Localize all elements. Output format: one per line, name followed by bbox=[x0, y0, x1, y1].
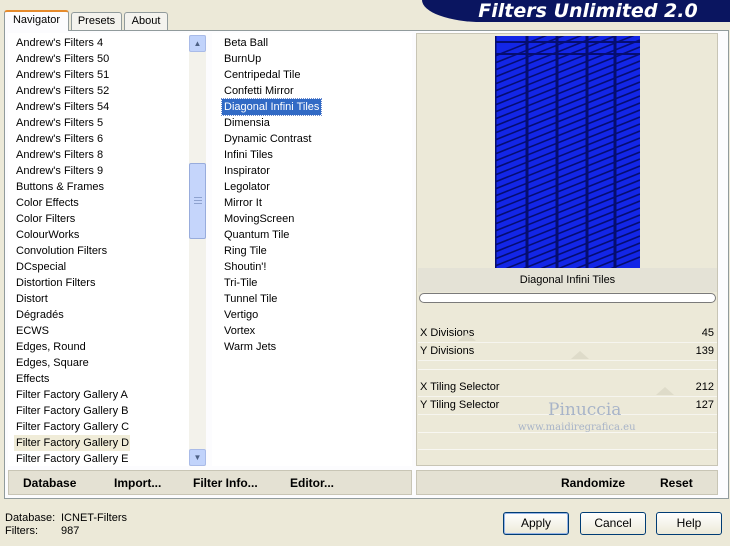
param-label: Y Tiling Selector bbox=[420, 399, 500, 411]
param-value: 139 bbox=[695, 345, 714, 357]
slider-thumb-icon[interactable] bbox=[458, 333, 476, 341]
category-item[interactable]: Edges, Round bbox=[14, 339, 130, 355]
scroll-up-icon[interactable]: ▲ bbox=[189, 35, 206, 52]
progress-bar bbox=[419, 293, 716, 303]
help-button[interactable]: Help bbox=[656, 512, 722, 535]
category-item[interactable]: Andrew's Filters 6 bbox=[14, 131, 130, 147]
category-item[interactable]: Color Effects bbox=[14, 195, 130, 211]
category-item[interactable]: Distortion Filters bbox=[14, 275, 130, 291]
filter-item[interactable]: Tunnel Tile bbox=[222, 291, 279, 307]
filters-count-value: 987 bbox=[61, 525, 80, 537]
category-item[interactable]: Andrew's Filters 52 bbox=[14, 83, 130, 99]
category-item[interactable]: DCspecial bbox=[14, 259, 130, 275]
category-item[interactable]: Andrew's Filters 54 bbox=[14, 99, 130, 115]
cancel-button[interactable]: Cancel bbox=[580, 512, 646, 535]
database-label: Database: bbox=[5, 512, 56, 524]
category-item[interactable]: Filter Factory Gallery B bbox=[14, 403, 130, 419]
scroll-thumb[interactable] bbox=[189, 163, 206, 239]
filter-preview-image bbox=[495, 36, 640, 268]
empty-param-row bbox=[418, 449, 717, 450]
filter-item[interactable]: BurnUp bbox=[222, 51, 263, 67]
category-item[interactable]: ECWS bbox=[14, 323, 130, 339]
database-value: ICNET-Filters bbox=[61, 512, 127, 524]
editor-button[interactable]: Editor... bbox=[290, 476, 334, 490]
category-scrollbar[interactable]: ▲ ▼ bbox=[189, 35, 206, 466]
scroll-down-icon[interactable]: ▼ bbox=[189, 449, 206, 466]
filter-item[interactable]: Dimensia bbox=[222, 115, 272, 131]
preview-pattern bbox=[495, 36, 640, 268]
filter-item[interactable]: Beta Ball bbox=[222, 35, 270, 51]
filter-list[interactable]: Beta Ball BurnUp Centripedal Tile Confetti … bbox=[212, 33, 412, 466]
app-title: Filters Unlimited 2.0 bbox=[478, 0, 698, 22]
category-item[interactable]: Filter Factory Gallery E bbox=[14, 451, 130, 467]
apply-button[interactable]: Apply bbox=[503, 512, 569, 535]
category-item[interactable]: Andrew's Filters 50 bbox=[14, 51, 130, 67]
tab-about[interactable]: About bbox=[124, 12, 168, 30]
filter-item[interactable]: Infini Tiles bbox=[222, 147, 275, 163]
param-y-divisions[interactable]: Y Divisions 139 bbox=[418, 343, 717, 361]
category-item[interactable]: Filter Factory Gallery C bbox=[14, 419, 130, 435]
param-value: 45 bbox=[701, 327, 714, 339]
category-item[interactable]: Dégradés bbox=[14, 307, 130, 323]
filters-count-label: Filters: bbox=[5, 525, 38, 537]
category-item[interactable]: Filter Factory Gallery D bbox=[14, 435, 130, 451]
list-toolbar: Database Import... Filter Info... Editor… bbox=[8, 470, 412, 495]
grip-line bbox=[194, 197, 202, 198]
param-value: 127 bbox=[695, 399, 714, 411]
filter-item[interactable]: Vortex bbox=[222, 323, 257, 339]
category-item[interactable]: Distort bbox=[14, 291, 130, 307]
param-label: Y Divisions bbox=[420, 345, 475, 357]
filter-item[interactable]: Legolator bbox=[222, 179, 272, 195]
category-list[interactable]: Andrew's Filters 4 Andrew's Filters 50 And… bbox=[8, 33, 206, 466]
slider-thumb-icon[interactable] bbox=[656, 387, 674, 395]
filter-item[interactable]: Ring Tile bbox=[222, 243, 269, 259]
import-button[interactable]: Import... bbox=[114, 476, 161, 490]
filter-item[interactable]: Warm Jets bbox=[222, 339, 278, 355]
reset-button[interactable]: Reset bbox=[660, 476, 693, 490]
database-button[interactable]: Database bbox=[23, 476, 76, 490]
filter-item[interactable]: Dynamic Contrast bbox=[222, 131, 313, 147]
category-item[interactable]: Color Filters bbox=[14, 211, 130, 227]
filter-item[interactable]: Quantum Tile bbox=[222, 227, 291, 243]
filter-item[interactable]: Diagonal Infini Tiles bbox=[220, 98, 323, 116]
filter-item[interactable]: Inspirator bbox=[222, 163, 272, 179]
filter-name-caption: Diagonal Infini Tiles bbox=[418, 268, 717, 292]
slider-thumb-icon[interactable] bbox=[571, 351, 589, 359]
category-item[interactable]: Andrew's Filters 5 bbox=[14, 115, 130, 131]
filter-item[interactable]: Confetti Mirror bbox=[222, 83, 296, 99]
filter-item[interactable]: Tri-Tile bbox=[222, 275, 259, 291]
grip-line bbox=[194, 203, 202, 204]
tab-presets[interactable]: Presets bbox=[71, 12, 122, 30]
category-item[interactable]: Andrew's Filters 4 bbox=[14, 35, 130, 51]
title-banner: Filters Unlimited 2.0 bbox=[422, 0, 730, 22]
filter-info-button[interactable]: Filter Info... bbox=[193, 476, 258, 490]
watermark-name: Pinuccia bbox=[548, 400, 622, 420]
filter-item[interactable]: MovingScreen bbox=[222, 211, 296, 227]
filter-item[interactable]: Shoutin'! bbox=[222, 259, 268, 275]
slider-track[interactable] bbox=[418, 360, 717, 361]
tab-navigator[interactable]: Navigator bbox=[4, 10, 69, 31]
category-item[interactable]: Andrew's Filters 51 bbox=[14, 67, 130, 83]
category-item[interactable]: Convolution Filters bbox=[14, 243, 130, 259]
category-item[interactable]: Effects bbox=[14, 371, 130, 387]
category-item[interactable]: Andrew's Filters 8 bbox=[14, 147, 130, 163]
watermark-url: www.maidiregrafica.eu bbox=[518, 422, 636, 433]
filter-item[interactable]: Mirror It bbox=[222, 195, 264, 211]
category-item[interactable]: Buttons & Frames bbox=[14, 179, 130, 195]
category-item[interactable]: ColourWorks bbox=[14, 227, 130, 243]
grip-line bbox=[194, 200, 202, 201]
randomize-button[interactable]: Randomize bbox=[561, 476, 625, 490]
filter-item[interactable]: Vertigo bbox=[222, 307, 260, 323]
category-item[interactable]: Andrew's Filters 9 bbox=[14, 163, 130, 179]
param-label: X Tiling Selector bbox=[420, 381, 500, 393]
params-toolbar: Randomize Reset bbox=[416, 470, 718, 495]
filter-item[interactable]: Centripedal Tile bbox=[222, 67, 302, 83]
empty-param-row bbox=[418, 369, 717, 370]
category-item[interactable]: Edges, Square bbox=[14, 355, 130, 371]
category-item[interactable]: Filter Factory Gallery A bbox=[14, 387, 130, 403]
param-value: 212 bbox=[695, 381, 714, 393]
